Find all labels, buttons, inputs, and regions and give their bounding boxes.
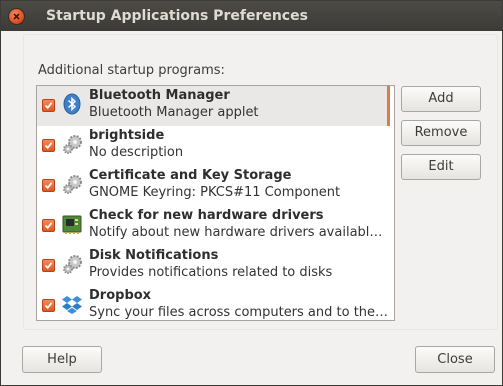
program-name: Certificate and Key Storage <box>89 168 292 183</box>
list-item[interactable]: Disk Notifications Provides notification… <box>37 246 389 286</box>
enabled-checkbox[interactable] <box>42 219 55 232</box>
program-description: No description <box>89 145 184 160</box>
program-description: Provides notifications related to disks <box>89 265 333 280</box>
close-button[interactable]: Close <box>415 346 495 373</box>
gears-icon <box>61 253 83 275</box>
add-button[interactable]: Add <box>401 86 481 112</box>
gears-icon <box>61 173 83 195</box>
enabled-checkbox[interactable] <box>42 259 55 272</box>
enabled-checkbox[interactable] <box>42 99 55 112</box>
enabled-checkbox[interactable] <box>42 139 55 152</box>
dropbox-icon <box>61 293 83 315</box>
startup-applications-window: Startup Applications Preferences Additio… <box>0 0 503 386</box>
program-name: Check for new hardware drivers <box>89 208 324 223</box>
program-name: brightside <box>89 128 165 143</box>
section-caption: Additional startup programs: <box>38 63 225 78</box>
enabled-checkbox[interactable] <box>42 299 55 312</box>
window-close-icon[interactable] <box>9 9 24 24</box>
list-item[interactable]: Dropbox Sync your files across computers… <box>37 286 389 320</box>
title-bar[interactable]: Startup Applications Preferences <box>1 1 502 31</box>
program-description: Sync your files across computers and to … <box>89 305 387 320</box>
list-item[interactable]: Bluetooth Manager Bluetooth Manager appl… <box>37 86 390 126</box>
help-button[interactable]: Help <box>22 346 102 373</box>
remove-button[interactable]: Remove <box>401 120 481 146</box>
edit-button[interactable]: Edit <box>401 154 481 180</box>
window-title: Startup Applications Preferences <box>46 8 308 24</box>
bluetooth-icon <box>61 93 83 115</box>
program-name: Disk Notifications <box>89 248 219 263</box>
program-description: GNOME Keyring: PKCS#11 Component <box>89 185 341 200</box>
program-name: Dropbox <box>89 288 152 303</box>
list-item[interactable]: Check for new hardware drivers Notify ab… <box>37 206 389 246</box>
program-description: Notify about new hardware drivers availa… <box>89 225 383 240</box>
list-item[interactable]: Certificate and Key Storage GNOME Keyrin… <box>37 166 389 206</box>
startup-programs-list[interactable]: Bluetooth Manager Bluetooth Manager appl… <box>36 85 395 321</box>
gears-icon <box>61 133 83 155</box>
program-name: Bluetooth Manager <box>89 88 230 103</box>
hardware-drivers-icon <box>61 213 83 235</box>
list-item[interactable]: brightside No description <box>37 126 389 166</box>
enabled-checkbox[interactable] <box>42 179 55 192</box>
program-description: Bluetooth Manager applet <box>89 105 259 120</box>
